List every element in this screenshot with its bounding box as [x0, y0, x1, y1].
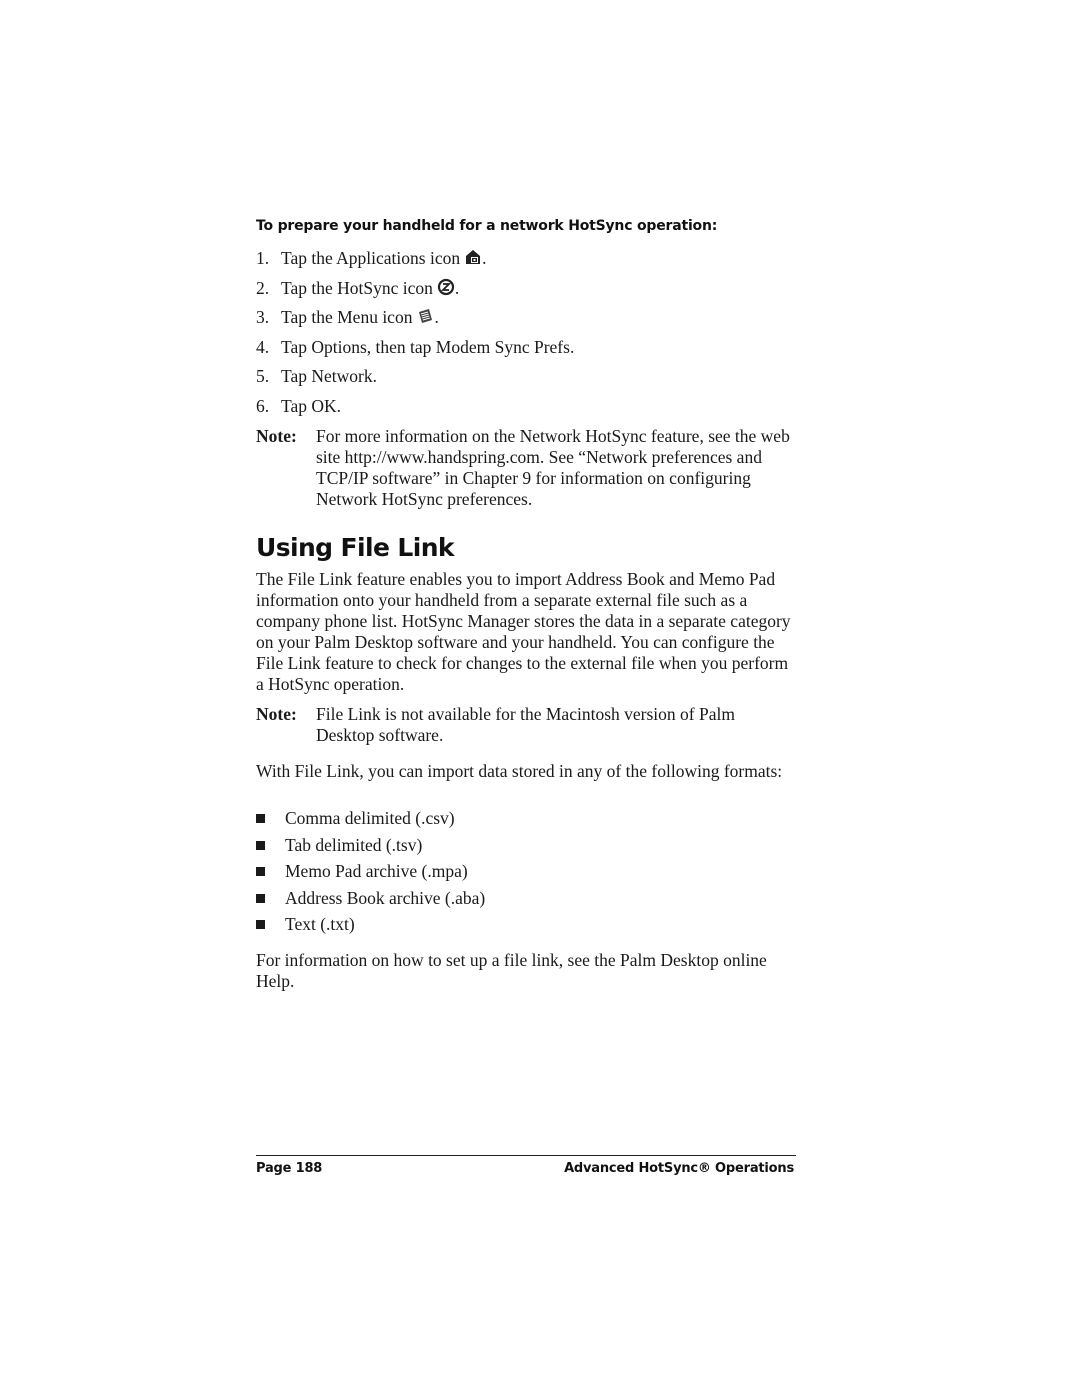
step-text: Tap the Menu icon.	[281, 307, 439, 328]
network-hotsync-note: Note: For more information on the Networ…	[256, 426, 796, 510]
step-number: 3.	[256, 307, 270, 327]
bullet-square-icon	[256, 808, 285, 829]
procedure-steps: 1. Tap the Applications icon. 2. Tap the…	[256, 248, 796, 425]
step-item: 1. Tap the Applications icon.	[256, 248, 796, 278]
note-text: File Link is not available for the Macin…	[316, 704, 735, 745]
procedure-heading: To prepare your handheld for a network H…	[256, 218, 718, 234]
bullet-square-icon	[256, 888, 285, 909]
chapter-title: Advanced HotSync® Operations	[564, 1161, 794, 1176]
applications-icon	[464, 248, 482, 266]
format-item: Memo Pad archive (.mpa)	[256, 861, 796, 888]
bullet-square-icon	[256, 835, 285, 856]
format-label: Memo Pad archive (.mpa)	[285, 861, 468, 881]
format-label: Tab delimited (.tsv)	[285, 834, 423, 855]
step-text-label: Tap the HotSync icon	[281, 277, 433, 298]
file-link-intro: The File Link feature enables you to imp…	[256, 569, 791, 694]
step-punct: .	[434, 307, 439, 327]
step-text: Tap Options, then tap Modem Sync Prefs.	[281, 336, 575, 357]
step-text: Tap Network.	[281, 366, 377, 386]
step-item: 3. Tap the Menu icon.	[256, 307, 796, 337]
bullet-square-icon	[256, 914, 285, 935]
hotsync-icon	[437, 278, 455, 296]
step-item: 5. Tap Network.	[256, 366, 796, 396]
step-item: 6. Tap OK.	[256, 396, 796, 426]
step-number: 1.	[256, 248, 270, 268]
formats-list: Comma delimited (.csv) Tab delimited (.t…	[256, 808, 796, 941]
format-item: Text (.txt)	[256, 914, 796, 941]
footer-divider	[256, 1155, 796, 1156]
step-text: Tap the Applications icon.	[281, 248, 486, 269]
step-text: Tap the HotSync icon.	[281, 278, 459, 299]
format-label: Text (.txt)	[285, 914, 355, 934]
step-text: Tap OK.	[281, 395, 342, 416]
format-label: Address Book archive (.aba)	[285, 887, 486, 908]
section-title: Using File Link	[256, 533, 455, 562]
step-punct: .	[482, 248, 487, 268]
step-number: 4.	[256, 336, 270, 357]
format-item: Address Book archive (.aba)	[256, 888, 796, 915]
step-text-label: Tap the Menu icon	[281, 307, 413, 327]
note-label: Note:	[256, 704, 297, 724]
format-label: Comma delimited (.csv)	[285, 808, 455, 828]
formats-intro: With File Link, you can import data stor…	[256, 761, 783, 781]
step-number: 2.	[256, 277, 270, 298]
step-item: 4. Tap Options, then tap Modem Sync Pref…	[256, 337, 796, 367]
note-label: Note:	[256, 426, 297, 446]
step-punct: .	[454, 277, 460, 298]
macintosh-note: Note: File Link is not available for the…	[256, 704, 796, 746]
bullet-square-icon	[256, 861, 285, 882]
menu-icon	[416, 307, 434, 325]
step-number: 5.	[256, 366, 270, 386]
page-footer: Page 188 Advanced HotSync® Operations	[256, 1161, 794, 1176]
step-item: 2. Tap the HotSync icon.	[256, 278, 796, 308]
note-text: For more information on the Network HotS…	[316, 426, 790, 509]
format-item: Tab delimited (.tsv)	[256, 835, 796, 862]
step-number: 6.	[256, 395, 270, 416]
format-item: Comma delimited (.csv)	[256, 808, 796, 835]
page-number: Page 188	[256, 1161, 323, 1176]
closing-paragraph: For information on how to set up a file …	[256, 950, 767, 991]
step-text-label: Tap the Applications icon	[281, 248, 461, 268]
